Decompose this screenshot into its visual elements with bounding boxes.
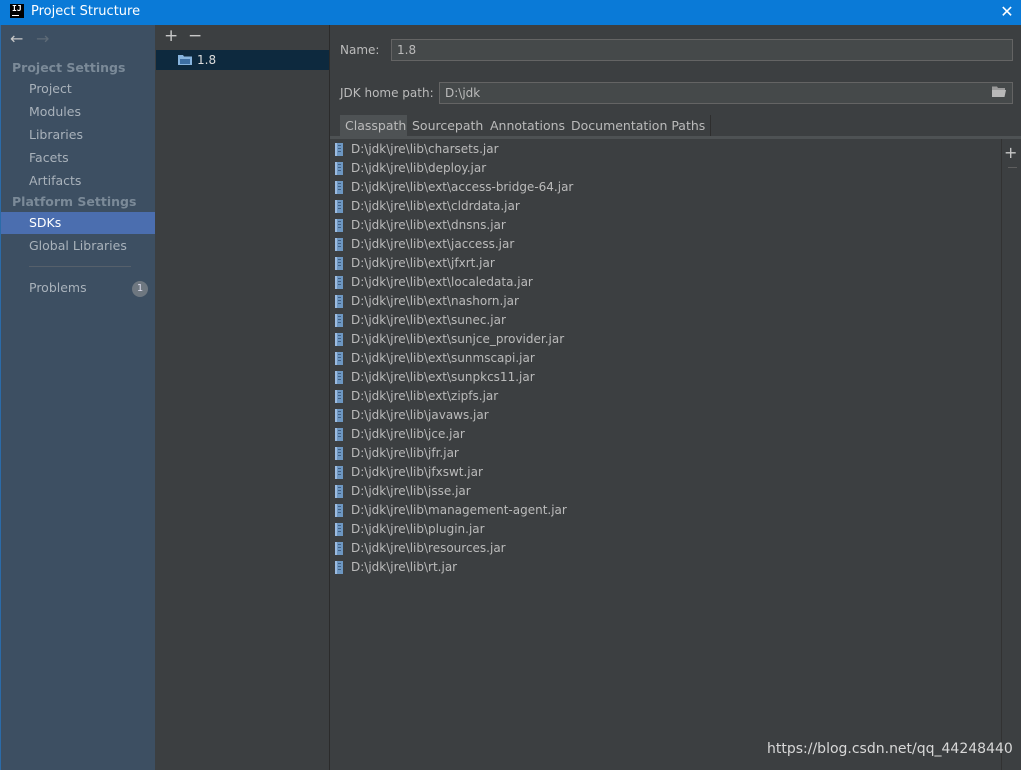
title-bar: IJ Project Structure ✕ [0,0,1021,25]
classpath-entry: D:\jdk\jre\lib\ext\jaccess.jar [351,237,515,251]
classpath-entry: D:\jdk\jre\lib\jce.jar [351,427,465,441]
window-title: Project Structure [31,4,141,19]
jdk-folder-icon [178,55,192,65]
arrow-left-icon[interactable]: ← [10,29,23,48]
jar-file-icon [335,542,343,555]
jar-file-icon [335,409,343,422]
jdk-home-path-label: JDK home path: [340,86,434,100]
tab-annotations[interactable]: Annotations [485,115,572,136]
jar-file-icon [335,523,343,536]
platform-settings-header: Platform Settings [12,194,137,209]
jar-file-icon [335,504,343,517]
sdk-detail-panel: Name: JDK home path: Classpath Sourcepat… [330,25,1021,770]
classpath-entry: D:\jdk\jre\lib\ext\localedata.jar [351,275,533,289]
classpath-entry: D:\jdk\jre\lib\ext\jfxrt.jar [351,256,495,270]
remove-sdk-button[interactable]: − [188,26,202,46]
classpath-entry: D:\jdk\jre\lib\ext\nashorn.jar [351,294,519,308]
folder-icon[interactable] [992,86,1006,97]
classpath-entry: D:\jdk\jre\lib\ext\sunec.jar [351,313,506,327]
sidebar-item-libraries[interactable]: Libraries [1,124,155,146]
remove-path-button [1008,167,1017,168]
jar-file-icon [335,333,343,346]
classpath-entry: D:\jdk\jre\lib\charsets.jar [351,142,499,156]
tab-classpath[interactable]: Classpath [340,115,413,136]
watermark-text: https://blog.csdn.net/qq_44248440 [767,741,1013,757]
sdk-name-input[interactable] [391,39,1013,61]
jar-file-icon [335,447,343,460]
sidebar-divider [29,266,131,267]
classpath-entry: D:\jdk\jre\lib\ext\sunjce_provider.jar [351,332,565,346]
classpath-entry: D:\jdk\jre\lib\deploy.jar [351,161,487,175]
classpath-entry: D:\jdk\jre\lib\ext\dnsns.jar [351,218,506,232]
jar-file-icon [335,371,343,384]
jar-file-icon [335,143,343,156]
add-path-button[interactable]: + [1004,143,1017,162]
close-icon[interactable]: ✕ [997,1,1017,23]
classpath-entry: D:\jdk\jre\lib\ext\zipfs.jar [351,389,499,403]
jdk-home-path-input[interactable] [439,82,1013,104]
classpath-entry: D:\jdk\jre\lib\rt.jar [351,560,458,574]
settings-sidebar: ← → Project Settings Project Modules Lib… [0,25,155,770]
classpath-entry: D:\jdk\jre\lib\jsse.jar [351,484,471,498]
jar-file-icon [335,257,343,270]
name-label: Name: [340,43,380,57]
jar-file-icon [335,561,343,574]
problems-count-badge: 1 [132,281,148,297]
intellij-logo-icon: IJ [10,4,24,18]
tab-documentation-paths[interactable]: Documentation Paths [566,115,712,136]
jar-file-icon [335,428,343,441]
sdk-list-item[interactable]: 1.8 [156,50,329,70]
classpath-entry: D:\jdk\jre\lib\jfxswt.jar [351,465,483,479]
classpath-entry: D:\jdk\jre\lib\jfr.jar [351,446,459,460]
sidebar-item-facets[interactable]: Facets [1,147,155,169]
sidebar-item-project[interactable]: Project [1,78,155,100]
classpath-entry: D:\jdk\jre\lib\ext\sunmscapi.jar [351,351,535,365]
classpath-entry: D:\jdk\jre\lib\ext\sunpkcs11.jar [351,370,535,384]
classpath-entry: D:\jdk\jre\lib\ext\access-bridge-64.jar [351,180,574,194]
jar-file-icon [335,181,343,194]
jar-file-icon [335,238,343,251]
sdk-list-panel: + − 1.8 [155,25,330,770]
sidebar-item-artifacts[interactable]: Artifacts [1,170,155,192]
project-settings-header: Project Settings [12,60,126,75]
classpath-entry: D:\jdk\jre\lib\javaws.jar [351,408,489,422]
classpath-entry: D:\jdk\jre\lib\resources.jar [351,541,506,555]
jar-file-icon [335,314,343,327]
sidebar-item-global-libraries[interactable]: Global Libraries [1,235,155,257]
jar-file-icon [335,219,343,232]
jar-file-icon [335,295,343,308]
sidebar-item-sdks[interactable]: SDKs [1,212,155,234]
sdk-label: 1.8 [197,53,217,67]
jar-file-icon [335,352,343,365]
jar-file-icon [335,200,343,213]
jar-file-icon [335,466,343,479]
jar-file-icon [335,276,343,289]
add-sdk-button[interactable]: + [164,26,178,46]
classpath-list[interactable]: D:\jdk\jre\lib\charsets.jar D:\jdk\jre\li… [330,139,1002,770]
jar-file-icon [335,390,343,403]
classpath-entry: D:\jdk\jre\lib\ext\cldrdata.jar [351,199,520,213]
tab-sourcepath[interactable]: Sourcepath [407,115,490,136]
jar-file-icon [335,485,343,498]
sidebar-item-modules[interactable]: Modules [1,101,155,123]
classpath-entry: D:\jdk\jre\lib\management-agent.jar [351,503,567,517]
jar-file-icon [335,162,343,175]
arrow-right-icon: → [36,29,50,48]
classpath-entry: D:\jdk\jre\lib\plugin.jar [351,522,485,536]
